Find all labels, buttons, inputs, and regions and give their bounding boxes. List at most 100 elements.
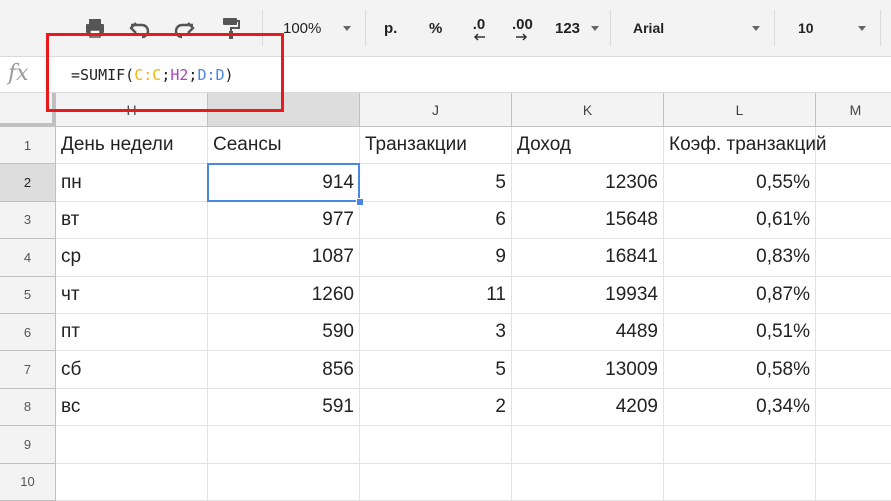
zoom-select[interactable]: 100%: [283, 0, 321, 56]
column-header[interactable]: L: [664, 93, 816, 127]
table-cell[interactable]: 0,51%: [664, 314, 816, 352]
table-cell[interactable]: пт: [56, 314, 208, 352]
row-header[interactable]: 1: [0, 127, 56, 165]
currency-format-button[interactable]: р.: [384, 0, 397, 56]
table-cell[interactable]: [816, 351, 891, 389]
table-cell[interactable]: [816, 426, 891, 464]
column-header[interactable]: J: [360, 93, 512, 127]
table-cell[interactable]: [360, 426, 512, 464]
print-icon[interactable]: [84, 0, 106, 56]
table-cell[interactable]: Коэф. транзакций: [664, 127, 827, 165]
table-cell[interactable]: 977: [208, 201, 360, 240]
table-cell[interactable]: Доход: [512, 127, 664, 165]
table-cell[interactable]: вс: [56, 388, 208, 427]
table-cell[interactable]: 16841: [512, 239, 664, 277]
row-header[interactable]: 8: [0, 388, 56, 427]
table-cell[interactable]: 13009: [512, 351, 664, 389]
increase-decimal-button[interactable]: .00: [512, 0, 533, 56]
table-cell[interactable]: [816, 127, 891, 165]
table-cell[interactable]: [56, 463, 208, 501]
toolbar-divider: [610, 10, 611, 46]
table-cell[interactable]: ср: [56, 239, 208, 277]
table-cell[interactable]: 3: [360, 314, 512, 352]
currency-label: р.: [384, 19, 398, 37]
percent-format-button[interactable]: %: [429, 0, 442, 56]
formula-token: ;: [161, 66, 171, 84]
fill-handle[interactable]: [356, 197, 364, 206]
font-family-select[interactable]: Arial: [633, 0, 664, 56]
table-cell[interactable]: сб: [56, 351, 208, 389]
table-cell[interactable]: 19934: [512, 276, 664, 314]
table-cell[interactable]: чт: [56, 276, 208, 314]
row-header[interactable]: 3: [0, 201, 56, 240]
table-cell[interactable]: [512, 463, 664, 501]
table-cell[interactable]: День недели: [56, 127, 208, 165]
table-cell[interactable]: 9: [360, 239, 512, 277]
table-cell[interactable]: 0,83%: [664, 239, 816, 277]
table-cell[interactable]: 12306: [512, 164, 664, 202]
table-cell[interactable]: 914: [208, 164, 360, 202]
decrease-decimal-label: .0: [472, 15, 486, 33]
percent-label: %: [429, 19, 443, 37]
select-all-corner[interactable]: [0, 93, 56, 127]
table-cell[interactable]: Транзакции: [360, 127, 512, 165]
table-cell[interactable]: 6: [360, 201, 512, 240]
row-header[interactable]: 6: [0, 314, 56, 352]
more-formats-button[interactable]: 123: [555, 0, 580, 56]
table-cell[interactable]: 1260: [208, 276, 360, 314]
table-cell[interactable]: [816, 239, 891, 277]
table-cell[interactable]: 4209: [512, 388, 664, 427]
column-header[interactable]: [208, 93, 360, 127]
table-cell[interactable]: 0,87%: [664, 276, 816, 314]
column-header[interactable]: K: [512, 93, 664, 127]
table-cell[interactable]: Сеансы: [208, 127, 360, 165]
row-header[interactable]: 5: [0, 276, 56, 314]
table-cell[interactable]: 15648: [512, 201, 664, 240]
table-cell[interactable]: 5: [360, 351, 512, 389]
table-cell[interactable]: 1087: [208, 239, 360, 277]
table-cell[interactable]: [816, 314, 891, 352]
table-cell[interactable]: 590: [208, 314, 360, 352]
table-cell[interactable]: 0,61%: [664, 201, 816, 240]
row-header[interactable]: 9: [0, 426, 56, 464]
toolbar-divider: [880, 10, 881, 46]
table-cell[interactable]: [208, 463, 360, 501]
table-cell[interactable]: [56, 426, 208, 464]
row-header[interactable]: 4: [0, 239, 56, 277]
table-cell[interactable]: [816, 464, 891, 501]
redo-icon[interactable]: [172, 0, 196, 56]
row-header[interactable]: 10: [0, 463, 56, 501]
table-cell[interactable]: 591: [208, 388, 360, 427]
table-cell[interactable]: [816, 389, 891, 427]
table-cell[interactable]: [360, 463, 512, 501]
table-cell[interactable]: 0,55%: [664, 164, 816, 202]
column-header[interactable]: H: [56, 93, 208, 127]
formula-token: =SUMIF(: [71, 66, 135, 84]
column-header[interactable]: M: [816, 93, 891, 127]
table-cell[interactable]: [664, 426, 816, 464]
row-header[interactable]: 7: [0, 351, 56, 389]
table-cell[interactable]: [816, 202, 891, 240]
table-cell[interactable]: [208, 426, 360, 464]
table-cell[interactable]: [664, 463, 816, 501]
undo-icon[interactable]: [128, 0, 152, 56]
table-cell[interactable]: [816, 164, 891, 202]
table-cell[interactable]: [512, 426, 664, 464]
table-cell[interactable]: 5: [360, 164, 512, 202]
table-cell[interactable]: 0,58%: [664, 351, 816, 389]
table-cell[interactable]: 2: [360, 388, 512, 427]
chevron-down-icon: [752, 26, 760, 31]
decrease-decimal-button[interactable]: .0: [472, 0, 486, 56]
table-cell[interactable]: [816, 277, 891, 314]
formula-token: ): [224, 66, 234, 84]
table-cell[interactable]: пн: [56, 164, 208, 202]
table-cell[interactable]: 4489: [512, 314, 664, 352]
paint-format-icon[interactable]: [221, 0, 241, 56]
table-cell[interactable]: 856: [208, 351, 360, 389]
row-header[interactable]: 2: [0, 164, 56, 202]
table-cell[interactable]: вт: [56, 201, 208, 240]
table-cell[interactable]: 0,34%: [664, 388, 816, 427]
table-cell[interactable]: 11: [360, 276, 512, 314]
font-size-select[interactable]: 10: [798, 0, 814, 56]
formula-input[interactable]: =SUMIF(C:C;H2;D:D): [71, 66, 234, 84]
